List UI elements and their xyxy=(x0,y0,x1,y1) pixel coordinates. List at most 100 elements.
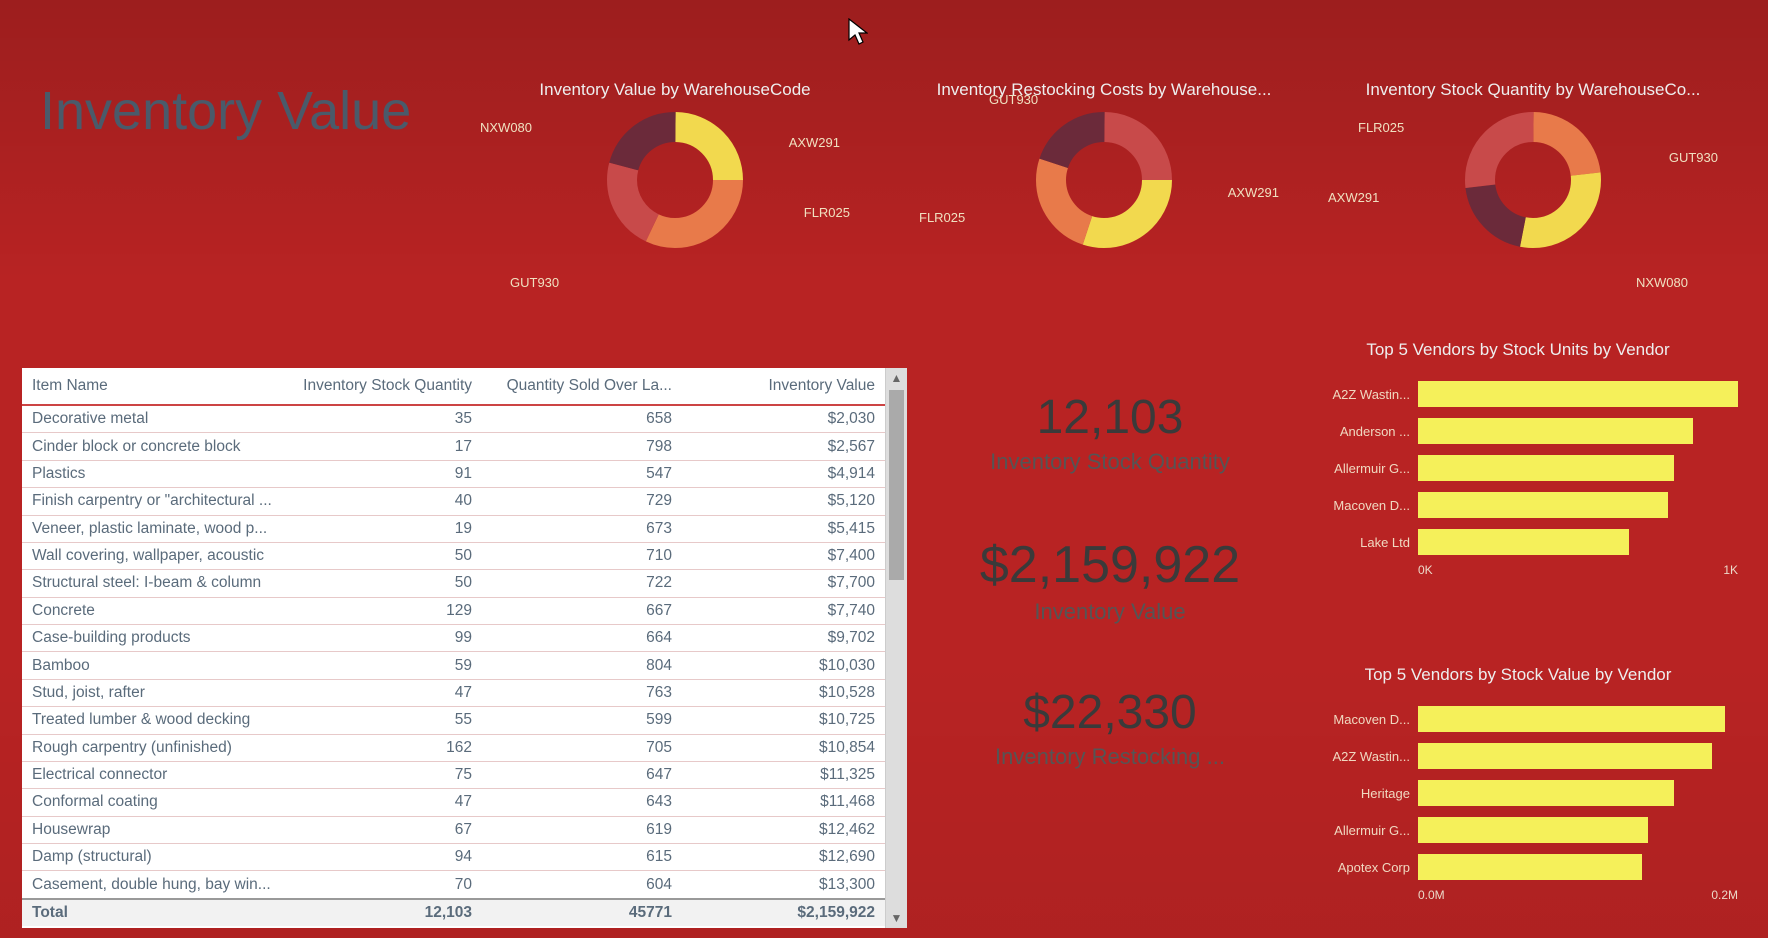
table-row[interactable]: Damp (structural)94615$12,690 xyxy=(22,844,885,871)
axis-tick: 0K xyxy=(1418,563,1433,577)
bar-row[interactable]: Anderson ... xyxy=(1298,415,1738,447)
cell-inventory-value: $7,400 xyxy=(682,542,885,569)
cell-item-name: Cinder block or concrete block xyxy=(22,433,292,460)
donut-slice-label: AXW291 xyxy=(1328,190,1379,205)
cell-item-name: Veneer, plastic laminate, wood p... xyxy=(22,515,292,542)
cell-item-name: Stud, joist, rafter xyxy=(22,679,292,706)
col-stock-qty[interactable]: Inventory Stock Quantity xyxy=(292,368,482,405)
donut-slice-label: NXW080 xyxy=(480,120,532,135)
bar-track xyxy=(1418,455,1738,481)
cell-qty-sold: 647 xyxy=(482,761,682,788)
donut-inventory-value[interactable]: Inventory Value by WarehouseCode NXW080 … xyxy=(470,80,880,290)
barchart-title: Top 5 Vendors by Stock Value by Vendor xyxy=(1298,665,1738,685)
cell-inventory-value: $7,700 xyxy=(682,570,885,597)
cell-inventory-value: $9,702 xyxy=(682,625,885,652)
table-row[interactable]: Housewrap67619$12,462 xyxy=(22,816,885,843)
kpi-label: Inventory Stock Quantity xyxy=(940,449,1280,475)
cell-stock-qty: 40 xyxy=(292,488,482,515)
table-row[interactable]: Conformal coating47643$11,468 xyxy=(22,789,885,816)
cell-inventory-value: $5,415 xyxy=(682,515,885,542)
table-row[interactable]: Veneer, plastic laminate, wood p...19673… xyxy=(22,515,885,542)
axis-tick: 0.2M xyxy=(1711,888,1738,902)
cell-stock-qty: 99 xyxy=(292,625,482,652)
cell-qty-sold: 667 xyxy=(482,597,682,624)
axis-tick: 1K xyxy=(1723,563,1738,577)
cell-qty-sold: 599 xyxy=(482,707,682,734)
cell-item-name: Case-building products xyxy=(22,625,292,652)
table-row[interactable]: Concrete129667$7,740 xyxy=(22,597,885,624)
bar-track xyxy=(1418,706,1738,732)
bar-fill xyxy=(1418,743,1712,769)
donut-slice-label: AXW291 xyxy=(1228,185,1279,200)
table-row[interactable]: Stud, joist, rafter47763$10,528 xyxy=(22,679,885,706)
cell-qty-sold: 798 xyxy=(482,433,682,460)
col-inventory-value[interactable]: Inventory Value xyxy=(682,368,885,405)
cell-stock-qty: 91 xyxy=(292,460,482,487)
cell-item-name: Decorative metal xyxy=(22,405,292,433)
kpi-inventory-value[interactable]: $2,159,922 Inventory Value xyxy=(940,535,1280,625)
barchart-top5-stock-value[interactable]: Top 5 Vendors by Stock Value by Vendor M… xyxy=(1298,665,1738,902)
table-row[interactable]: Electrical connector75647$11,325 xyxy=(22,761,885,788)
bar-row[interactable]: Heritage xyxy=(1298,777,1738,809)
cursor-icon xyxy=(848,18,868,46)
scroll-up-icon[interactable]: ▲ xyxy=(886,368,907,388)
cell-inventory-value: $10,528 xyxy=(682,679,885,706)
bar-row[interactable]: Apotex Corp xyxy=(1298,851,1738,883)
inventory-table[interactable]: Item Name Inventory Stock Quantity Quant… xyxy=(22,368,907,928)
cell-item-name: Plastics xyxy=(22,460,292,487)
cell-item-name: Treated lumber & wood decking xyxy=(22,707,292,734)
bar-fill xyxy=(1418,706,1725,732)
bar-track xyxy=(1418,381,1738,407)
table-row[interactable]: Rough carpentry (unfinished)162705$10,85… xyxy=(22,734,885,761)
bar-row[interactable]: Allermuir G... xyxy=(1298,814,1738,846)
table-row[interactable]: Structural steel: I-beam & column50722$7… xyxy=(22,570,885,597)
total-value: $2,159,922 xyxy=(682,899,885,926)
table-scrollbar[interactable]: ▲ ▼ xyxy=(885,368,907,928)
kpi-stock-quantity[interactable]: 12,103 Inventory Stock Quantity xyxy=(940,390,1280,475)
col-item-name[interactable]: Item Name xyxy=(22,368,292,405)
bar-fill xyxy=(1418,381,1738,407)
table-row[interactable]: Casement, double hung, bay win...70604$1… xyxy=(22,871,885,899)
cell-qty-sold: 658 xyxy=(482,405,682,433)
bar-fill xyxy=(1418,418,1693,444)
bar-row[interactable]: Lake Ltd xyxy=(1298,526,1738,558)
table-row[interactable]: Cinder block or concrete block17798$2,56… xyxy=(22,433,885,460)
table-row[interactable]: Wall covering, wallpaper, acoustic50710$… xyxy=(22,542,885,569)
bar-row[interactable]: Allermuir G... xyxy=(1298,452,1738,484)
table-row[interactable]: Plastics91547$4,914 xyxy=(22,460,885,487)
bar-row[interactable]: A2Z Wastin... xyxy=(1298,740,1738,772)
scroll-thumb[interactable] xyxy=(889,390,904,580)
bar-track xyxy=(1418,529,1738,555)
barchart-axis: 0.0M 0.2M xyxy=(1298,888,1738,902)
table-row[interactable]: Decorative metal35658$2,030 xyxy=(22,405,885,433)
cell-stock-qty: 70 xyxy=(292,871,482,899)
barchart-top5-stock-units[interactable]: Top 5 Vendors by Stock Units by Vendor A… xyxy=(1298,340,1738,577)
donut-restocking-costs[interactable]: Inventory Restocking Costs by Warehouse.… xyxy=(899,80,1309,290)
cell-qty-sold: 710 xyxy=(482,542,682,569)
cell-stock-qty: 17 xyxy=(292,433,482,460)
bar-row[interactable]: A2Z Wastin... xyxy=(1298,378,1738,410)
bar-category-label: Allermuir G... xyxy=(1298,823,1418,838)
cell-qty-sold: 729 xyxy=(482,488,682,515)
table-row[interactable]: Finish carpentry or "architectural ...40… xyxy=(22,488,885,515)
donut-stock-quantity[interactable]: Inventory Stock Quantity by WarehouseCo.… xyxy=(1328,80,1738,290)
cell-inventory-value: $13,300 xyxy=(682,871,885,899)
table-row[interactable]: Bamboo59804$10,030 xyxy=(22,652,885,679)
table-row[interactable]: Case-building products99664$9,702 xyxy=(22,625,885,652)
table-row[interactable]: Treated lumber & wood decking55599$10,72… xyxy=(22,707,885,734)
bar-row[interactable]: Macoven D... xyxy=(1298,489,1738,521)
bar-row[interactable]: Macoven D... xyxy=(1298,703,1738,735)
cell-item-name: Structural steel: I-beam & column xyxy=(22,570,292,597)
col-qty-sold[interactable]: Quantity Sold Over La... xyxy=(482,368,682,405)
bar-track xyxy=(1418,743,1738,769)
kpi-restocking-costs[interactable]: $22,330 Inventory Restocking ... xyxy=(940,685,1280,770)
cell-stock-qty: 129 xyxy=(292,597,482,624)
cell-inventory-value: $11,325 xyxy=(682,761,885,788)
bar-fill xyxy=(1418,854,1642,880)
cell-inventory-value: $2,567 xyxy=(682,433,885,460)
cell-inventory-value: $10,854 xyxy=(682,734,885,761)
cell-stock-qty: 162 xyxy=(292,734,482,761)
scroll-down-icon[interactable]: ▼ xyxy=(886,908,907,928)
barchart-axis: 0K 1K xyxy=(1298,563,1738,577)
table-total-row: Total 12,103 45771 $2,159,922 xyxy=(22,899,885,926)
